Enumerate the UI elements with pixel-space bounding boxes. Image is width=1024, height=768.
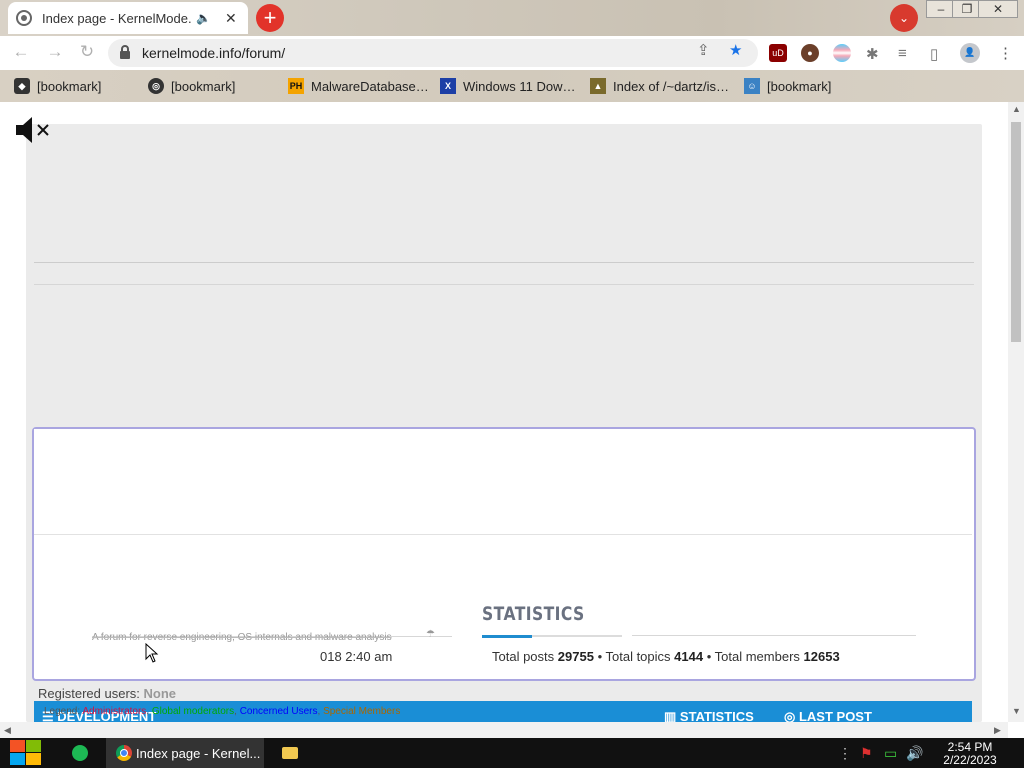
page-viewport: A forum for reverse engineering, OS inte… xyxy=(0,102,1008,722)
separator: • xyxy=(597,649,606,664)
ublock-icon[interactable]: uD xyxy=(769,44,787,62)
flag-extension-icon[interactable] xyxy=(833,44,851,62)
legend-concerned-users[interactable]: Concerned Users xyxy=(240,706,318,717)
windows-taskbar: Index page - Kernel... ⋮ ⚑ ▭ 🔊 2:54 PM 2… xyxy=(0,738,1024,768)
taskbar-app-title: Index page - Kernel... xyxy=(136,745,261,761)
divider xyxy=(34,262,974,263)
sidepanel-icon[interactable]: ▯ xyxy=(930,45,938,63)
close-window-button[interactable]: ✕ xyxy=(978,0,1018,18)
bookmark-item[interactable]: ☺ [bookmark] xyxy=(744,78,831,94)
scroll-down-arrow-icon[interactable]: ▼ xyxy=(1012,706,1021,716)
extension-icon: ◆ xyxy=(14,78,30,94)
site-tagline: A forum for reverse engineering, OS inte… xyxy=(92,632,392,643)
vertical-scrollbar[interactable]: ▲ ▼ xyxy=(1008,102,1024,722)
windows-start-icon[interactable] xyxy=(10,740,42,766)
share-icon[interactable]: ⇪ xyxy=(697,41,710,59)
bookmark-item[interactable]: ◆ [bookmark] xyxy=(14,78,101,94)
divider xyxy=(34,284,974,285)
globe-icon xyxy=(16,10,32,26)
browser-titlebar: Index page - KernelMode.info 🔈 ✕ + ⌄ – ❐… xyxy=(0,0,1024,36)
topics-count: 4144 xyxy=(674,649,704,664)
registered-users-value: None xyxy=(143,686,177,701)
url-text: kernelmode.info/forum/ xyxy=(142,45,286,61)
scroll-right-arrow-icon[interactable]: ▶ xyxy=(994,725,1001,736)
browser-tab-active[interactable]: Index page - KernelMode.info 🔈 ✕ xyxy=(8,2,248,34)
new-tab-button[interactable]: + xyxy=(256,4,284,32)
reload-button[interactable]: ↻ xyxy=(76,42,98,62)
umbrella-icon: ☂ xyxy=(426,629,435,640)
puzzle-icon[interactable]: ✱ xyxy=(866,45,879,63)
bookmark-item[interactable]: ◎ [bookmark] xyxy=(148,78,235,94)
scroll-left-arrow-icon[interactable]: ◀ xyxy=(4,725,11,736)
network-icon[interactable]: ▭ xyxy=(884,745,897,762)
file-explorer-icon[interactable] xyxy=(282,738,298,768)
clock-date: 2/22/2023 xyxy=(943,753,997,767)
menu-kebab-icon[interactable]: ⋮ xyxy=(998,44,1013,62)
bookmark-item[interactable]: ▲ Index of /~dartz/is… xyxy=(590,78,729,94)
profile-icon[interactable]: 👤 xyxy=(960,43,980,63)
separator: • xyxy=(706,649,715,664)
statistics-heading: STATISTICS xyxy=(482,603,585,625)
bookmark-label: [bookmark] xyxy=(37,78,102,94)
stats-card: A forum for reverse engineering, OS inte… xyxy=(32,427,976,681)
mouse-cursor-icon xyxy=(145,642,159,668)
last-post-column-header: ◎ LAST POST xyxy=(784,709,872,722)
posts-count: 29755 xyxy=(557,649,594,664)
legend-special-members[interactable]: Special Members xyxy=(323,706,400,717)
system-clock[interactable]: 2:54 PM 2/22/2023 xyxy=(940,741,1000,767)
members-label: Total members xyxy=(714,649,800,664)
back-button[interactable]: ← xyxy=(10,42,32,62)
browser-toolbar: ← → ↻ kernelmode.info/forum/ ⇪ ★ uD ● ✱ … xyxy=(0,36,1024,70)
legend-administrators[interactable]: Administrators xyxy=(82,706,146,717)
hug-icon: ☺ xyxy=(744,78,760,94)
bookmark-label: Index of /~dartz/is… xyxy=(613,78,729,94)
volume-icon[interactable]: 🔊 xyxy=(906,745,923,762)
divider xyxy=(632,635,916,636)
posts-label: Total posts xyxy=(492,649,555,664)
bookmark-item[interactable]: PH MalwareDatabase… xyxy=(288,78,429,94)
last-visit-date: 018 2:40 am xyxy=(320,649,393,664)
address-bar[interactable]: kernelmode.info/forum/ xyxy=(108,39,758,67)
chrome-icon xyxy=(116,745,132,761)
chat-app-icon[interactable] xyxy=(72,738,92,768)
lock-icon[interactable] xyxy=(120,45,130,59)
forward-button[interactable]: → xyxy=(44,42,66,62)
registered-users: Registered users: None xyxy=(38,686,176,701)
bookmark-label: [bookmark] xyxy=(767,78,832,94)
taskbar-chrome-app[interactable]: Index page - Kernel... xyxy=(106,738,264,768)
speaker-icon[interactable]: 🔈 xyxy=(196,11,211,25)
bookmarks-bar: ◆ [bookmark] ◎ [bookmark] PH MalwareData… xyxy=(0,70,1024,102)
horizontal-scrollbar[interactable]: ◀ ▶ xyxy=(0,722,1008,738)
scrollbar-thumb[interactable] xyxy=(1011,122,1021,342)
statistics-column-header: ▥ STATISTICS xyxy=(664,709,754,722)
bookmark-label: Windows 11 Dow… xyxy=(463,78,576,94)
topics-label: Total topics xyxy=(605,649,671,664)
bookmark-item[interactable]: X Windows 11 Dow… xyxy=(440,78,575,94)
ph-icon: PH xyxy=(288,78,304,94)
bookmark-star-icon[interactable]: ★ xyxy=(729,41,742,59)
tab-search-button[interactable]: ⌄ xyxy=(890,4,918,32)
x-icon: X xyxy=(440,78,456,94)
bookmark-label: MalwareDatabase… xyxy=(311,78,429,94)
tab-title: Index page - KernelMode.info xyxy=(42,10,192,26)
avatar-extension-icon[interactable]: ● xyxy=(801,44,819,62)
stats-summary: Total posts 29755 • Total topics 4144 • … xyxy=(492,649,840,664)
tray-overflow-icon[interactable]: ⋮ xyxy=(838,745,852,762)
media-icon[interactable]: ≡ xyxy=(898,45,907,62)
bookmark-label: [bookmark] xyxy=(171,78,236,94)
folder-icon: ▲ xyxy=(590,78,606,94)
scroll-up-arrow-icon[interactable]: ▲ xyxy=(1012,104,1021,114)
close-tab-icon[interactable]: ✕ xyxy=(225,10,237,27)
registered-users-label: Registered users: xyxy=(38,686,140,701)
heading-underline-accent xyxy=(482,635,532,638)
card-header-blank xyxy=(34,429,972,535)
mute-speaker-icon[interactable] xyxy=(16,116,52,149)
action-center-flag-icon[interactable]: ⚑ xyxy=(860,745,873,762)
legend-label: Legend: xyxy=(44,706,81,717)
legend-global-moderators[interactable]: Global moderators xyxy=(152,706,234,717)
members-count: 12653 xyxy=(803,649,840,664)
group-legend: Legend: Administrators, Global moderator… xyxy=(44,706,401,717)
globe-icon: ◎ xyxy=(148,78,164,94)
